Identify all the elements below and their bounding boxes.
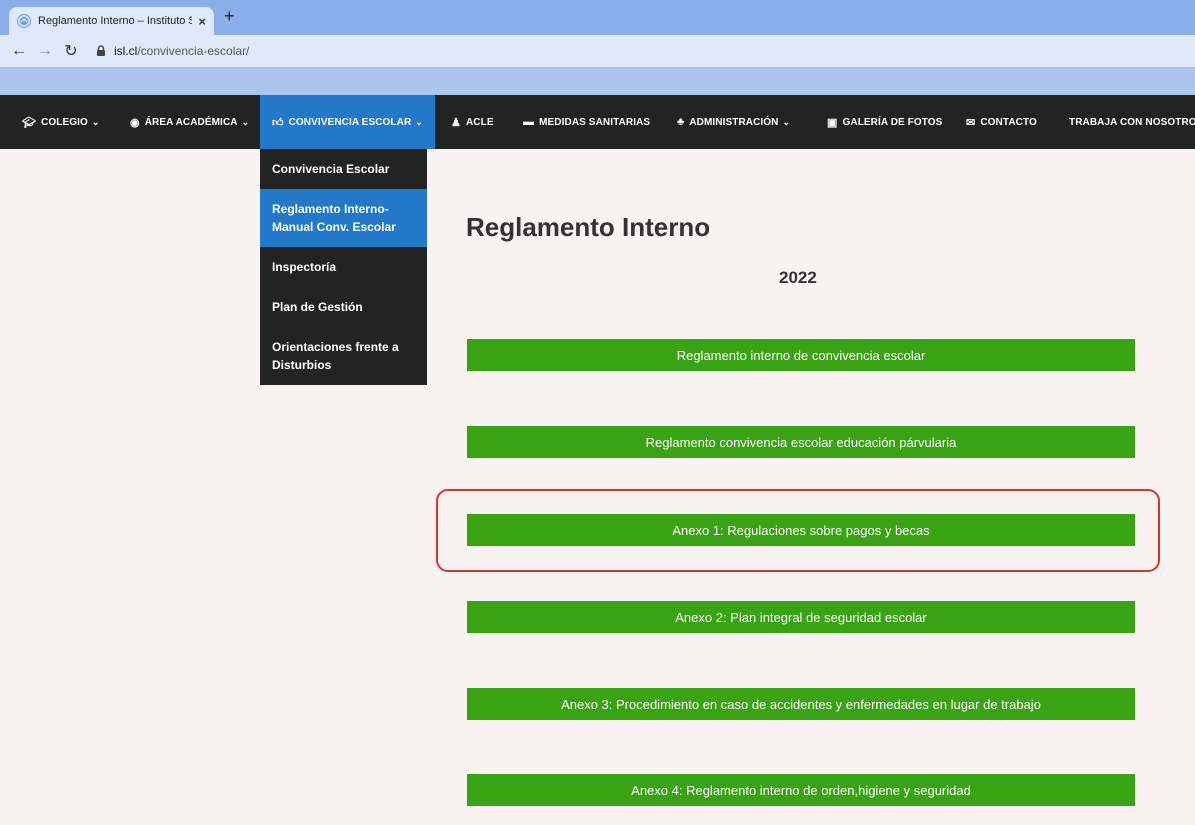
anexo-4-button[interactable]: Anexo 4: Reglamento interno de orden,hig… [467,774,1135,806]
tab-title: Reglamento Interno – Instituto S [38,15,193,27]
running-person-icon: ♟ [451,116,461,129]
browser-tab-strip: Reglamento Interno – Instituto S × + [0,0,1195,35]
year-heading: 2022 [779,268,817,287]
page-title: Reglamento Interno [466,212,711,242]
chevron-down-icon: ⌄ [241,116,250,127]
tab-close-icon[interactable]: × [198,14,206,29]
anexo-3-button[interactable]: Anexo 3: Procedimiento en caso de accide… [467,688,1135,720]
nav-item-galeria-de-fotos[interactable]: ▣ GALERÍA DE FOTOS [827,95,942,149]
nav-item-area-academica[interactable]: ◉ ÁREA ACADÉMICA ⌄ [130,95,249,149]
graduation-cap-icon: 🎓︎ [22,116,37,129]
nav-item-colegio[interactable]: 🎓︎ COLEGIO ⌄ [22,95,100,149]
chevron-down-icon: ⌄ [782,116,791,127]
dropdown-item-inspectoria[interactable]: Inspectoría [260,247,427,287]
back-arrow-icon[interactable]: ← [6,42,32,60]
anexo-2-button[interactable]: Anexo 2: Plan integral de seguridad esco… [467,601,1135,633]
reglamento-parvularia-button[interactable]: Reglamento convivencia escolar educación… [467,426,1135,458]
bookmarks-bar [0,67,1195,95]
chevron-down-icon: ⌄ [415,116,423,127]
nav-item-label: ADMINISTRACIÓN [689,116,779,128]
nav-item-medidas-sanitarias[interactable]: ▬ MEDIDAS SANITARIAS [523,95,650,149]
nav-item-label: TRABAJA CON NOSOTROS [1069,116,1195,128]
dropdown-item-orientaciones[interactable]: Orientaciones frente a Disturbios [260,327,427,385]
url-host: isl.cl [114,44,138,58]
site-favicon-icon [17,14,31,28]
image-icon: ▣ [827,116,838,129]
nav-item-acle[interactable]: ♟ ACLE [451,95,494,149]
thumbs-up-icon: 👍︎ [272,116,284,129]
reload-icon[interactable]: ↻ [58,41,84,61]
lock-icon [97,45,105,56]
new-tab-button[interactable]: + [224,6,235,27]
nav-item-trabaja-con-nosotros[interactable]: TRABAJA CON NOSOTROS [1069,95,1195,149]
nav-item-label: COLEGIO [41,116,88,128]
compass-icon: ◉ [130,116,140,129]
nav-item-administracion[interactable]: ♣ ADMINISTRACIÓN ⌄ [677,95,790,149]
convivencia-dropdown-menu: Convivencia Escolar Reglamento Interno-M… [260,149,427,385]
nav-item-label: CONTACTO [980,116,1037,128]
nav-item-convivencia-escolar[interactable]: 👍︎ CONVIVENCIA ESCOLAR ⌄ [260,95,435,149]
reglamento-convivencia-button[interactable]: Reglamento interno de convivencia escola… [467,339,1135,371]
forward-arrow-icon[interactable]: → [32,42,58,60]
nav-item-contacto[interactable]: ✉ CONTACTO [966,95,1037,149]
dropdown-item-reglamento-interno[interactable]: Reglamento Interno-Manual Conv. Escolar [260,189,427,247]
envelope-icon: ✉ [966,116,976,129]
site-nav: 🎓︎ COLEGIO ⌄ ◉ ÁREA ACADÉMICA ⌄ 👍︎ CONVI… [0,95,1195,149]
nav-item-label: ÁREA ACADÉMICA [144,116,238,128]
sitemap-icon: ♣ [677,116,685,128]
address-bar[interactable]: isl.cl/convivencia-escolar/ [94,39,249,63]
chevron-down-icon: ⌄ [91,116,100,127]
nav-item-label: MEDIDAS SANITARIAS [539,116,651,128]
folder-icon: ▬ [523,116,535,128]
nav-item-label: CONVIVENCIA ESCOLAR [288,116,412,128]
nav-item-label: ACLE [465,116,494,128]
browser-tab[interactable]: Reglamento Interno – Instituto S × [9,7,214,35]
dropdown-item-convivencia-escolar[interactable]: Convivencia Escolar [260,149,427,189]
anexo-1-button[interactable]: Anexo 1: Regulaciones sobre pagos y beca… [467,514,1135,546]
dropdown-item-plan-de-gestion[interactable]: Plan de Gestión [260,287,427,327]
browser-toolbar: ← → ↻ isl.cl/convivencia-escolar/ [0,35,1195,67]
nav-item-label: GALERÍA DE FOTOS [842,116,943,128]
url-path: /convivencia-escolar/ [137,44,250,58]
